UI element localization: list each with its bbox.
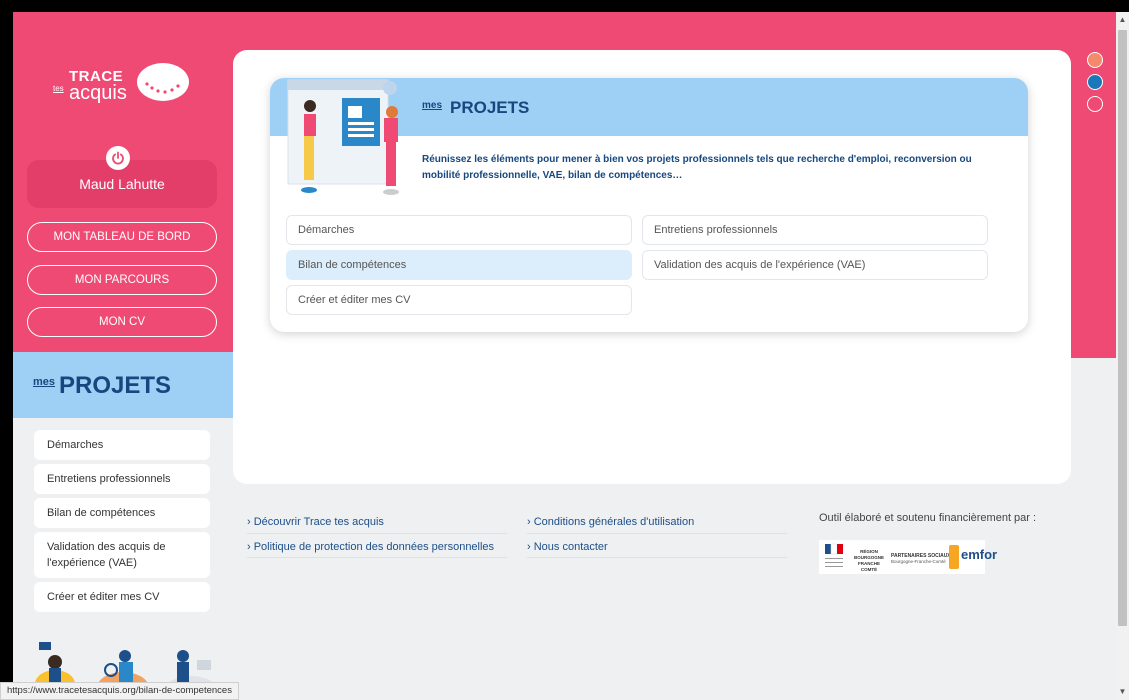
theme-dot-orange[interactable]: [1087, 52, 1103, 68]
trace-tes-acquis-logo[interactable]: TRACE tes acquis: [53, 60, 193, 110]
theme-dot-blue[interactable]: [1087, 74, 1103, 90]
projects-card: mes PROJETS Réunissez les éléments pour …: [270, 78, 1028, 332]
sidebar-item-entretiens[interactable]: Entretiens professionnels: [34, 464, 210, 494]
partners-title: Outil élaboré et soutenu financièrement …: [819, 512, 1037, 524]
scroll-up-icon[interactable]: ▲: [1116, 12, 1129, 28]
project-bilan-button[interactable]: Bilan de compétences: [286, 250, 632, 280]
projects-description: Réunissez les éléments pour mener à bien…: [422, 154, 972, 181]
partners-logos: RÉGION BOURGOGNE FRANCHE COMTÉ PARTENAIR…: [819, 540, 997, 574]
partner-region: RÉGION BOURGOGNE FRANCHE COMTÉ: [853, 549, 884, 572]
sidebar-item-bilan[interactable]: Bilan de compétences: [34, 498, 210, 528]
republique-francaise-logo-icon: [825, 543, 843, 567]
sidebar-item-demarches[interactable]: Démarches: [34, 430, 210, 460]
speech-bubble-icon: [137, 63, 189, 101]
footer-divider: [527, 557, 787, 558]
project-demarches-button[interactable]: Démarches: [286, 215, 632, 245]
partner-emfor: emfor: [961, 547, 998, 562]
nav-tableau-de-bord-button[interactable]: MON TABLEAU DE BORD: [27, 222, 217, 252]
nav-parcours-button[interactable]: MON PARCOURS: [27, 265, 217, 295]
project-vae-button[interactable]: Validation des acquis de l'expérience (V…: [642, 250, 988, 280]
logo-tes-text: tes: [53, 84, 64, 93]
power-icon[interactable]: [106, 146, 130, 170]
sidebar-section-title: PROJETS: [59, 372, 172, 399]
app-viewport: TRACE tes acquis Maud Lahutte MON TABLEA…: [13, 12, 1116, 700]
nav-cv-button[interactable]: MON CV: [27, 307, 217, 337]
footer-divider: [247, 533, 507, 534]
footer-divider: [247, 557, 507, 558]
project-entretiens-button[interactable]: Entretiens professionnels: [642, 215, 988, 245]
scroll-thumb[interactable]: [1118, 30, 1127, 626]
sidebar-item-vae[interactable]: Validation des acquis de l'expérience (V…: [34, 532, 210, 578]
status-bar-url: https://www.tracetesacquis.org/bilan-de-…: [0, 682, 239, 700]
theme-dot-pink[interactable]: [1087, 96, 1103, 112]
presentation-board-illustration-icon: [287, 79, 399, 195]
footer-link-decouvrir[interactable]: › Découvrir Trace tes acquis: [247, 516, 384, 528]
footer-link-contact[interactable]: › Nous contacter: [527, 541, 608, 553]
sidebar-section-mes: mes: [33, 376, 56, 388]
partner-social-sub: Bourgogne-Franche-Comté: [891, 559, 946, 564]
user-name: Maud Lahutte: [79, 176, 165, 192]
main-content-card: mes PROJETS Réunissez les éléments pour …: [233, 50, 1071, 484]
scroll-down-icon[interactable]: ▼: [1116, 684, 1129, 700]
sidebar: TRACE tes acquis Maud Lahutte MON TABLEA…: [13, 12, 233, 700]
footer-link-cgu[interactable]: › Conditions générales d'utilisation: [527, 516, 694, 528]
sidebar-item-cv[interactable]: Créer et éditer mes CV: [34, 582, 210, 612]
vertical-scrollbar[interactable]: ▲ ▼: [1116, 12, 1129, 700]
footer-divider: [527, 533, 787, 534]
logo-acquis-text: acquis: [69, 82, 127, 104]
sidebar-section-header: mes PROJETS: [13, 352, 233, 418]
project-cv-button[interactable]: Créer et éditer mes CV: [286, 285, 632, 315]
projects-mes: mes: [422, 100, 443, 111]
projects-title: PROJETS: [450, 98, 530, 117]
footer-link-politique[interactable]: › Politique de protection des données pe…: [247, 541, 494, 553]
